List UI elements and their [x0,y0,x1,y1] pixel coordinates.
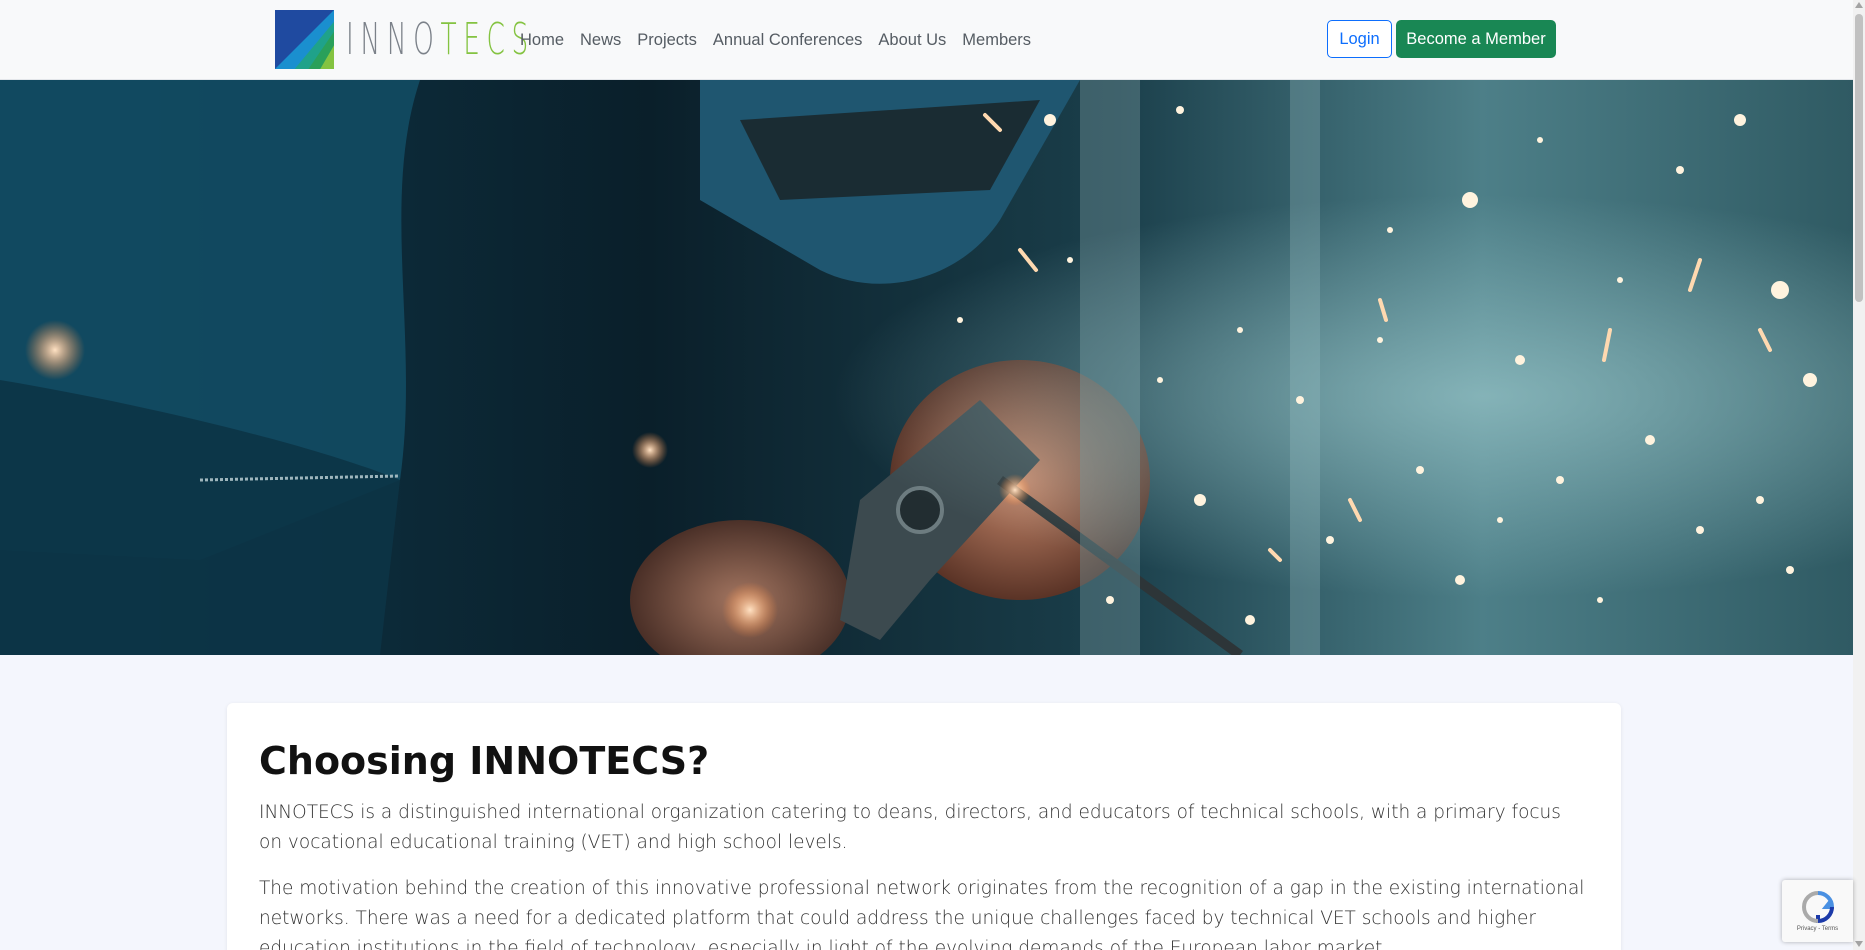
brand-wordmark: INNO TECS [346,14,535,65]
nav-about-us[interactable]: About Us [878,31,946,50]
scroll-down-icon[interactable] [1855,941,1863,947]
nav-projects[interactable]: Projects [637,31,697,50]
intro-paragraph: INNOTECS is a distinguished internationa… [259,801,1561,853]
recaptcha-footer[interactable]: Privacy - Terms [1797,926,1838,932]
innotecs-logo-icon [275,9,334,69]
nav-news[interactable]: News [580,31,621,50]
motivation-paragraph: The motivation behind the creation of th… [259,877,1585,950]
main-nav: Home News Projects Annual Conferences Ab… [520,0,1047,80]
nav-members[interactable]: Members [962,31,1031,50]
nav-annual-conferences[interactable]: Annual Conferences [713,31,863,50]
about-card: Choosing INNOTECS? INNOTECS is a disting… [227,703,1621,950]
become-member-button[interactable]: Become a Member [1396,20,1556,58]
section-heading: Choosing INNOTECS? [259,739,710,783]
scroll-up-icon[interactable] [1855,2,1863,8]
recaptcha-icon [1801,891,1834,924]
hero-image [0,80,1853,655]
nav-home[interactable]: Home [520,31,564,50]
page-scrollbar[interactable] [1853,0,1865,950]
recaptcha-badge[interactable]: Privacy - Terms [1782,880,1853,942]
login-button[interactable]: Login [1327,20,1392,58]
hero-banner [0,80,1853,655]
brand-name-part1: INNO [346,13,441,65]
navbar: INNO TECS Home News Projects Annual Conf… [0,0,1853,80]
scroll-thumb[interactable] [1855,14,1863,302]
